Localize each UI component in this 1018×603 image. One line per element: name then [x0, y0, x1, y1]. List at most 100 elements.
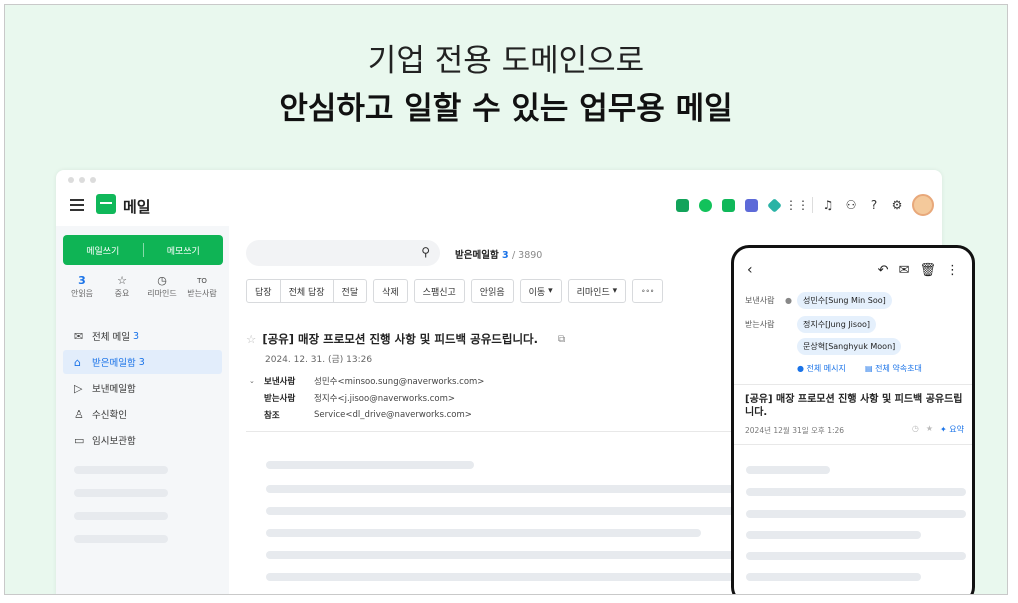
menu-icon[interactable]: [70, 199, 84, 211]
mobile-date: 2024년 12월 31일 오후 1:26: [745, 426, 845, 435]
search-icon[interactable]: ⚲: [421, 245, 430, 259]
link-label: 전체 메시지: [806, 364, 846, 373]
more-button[interactable]: ∘∘∘: [633, 280, 662, 302]
mobile-meta: ◷ ★ ✦ 요약: [912, 424, 964, 435]
move-label: 이동: [528, 287, 546, 298]
search-input[interactable]: ⚲: [246, 240, 440, 266]
star-icon[interactable]: ☆: [246, 332, 256, 346]
chat-icon[interactable]: [697, 197, 713, 213]
placeholder-line: [746, 510, 966, 518]
from-label: 보낸사람: [745, 296, 775, 305]
sidebar-item-label: 보낸메일함: [92, 384, 136, 395]
sidebar-item-drafts[interactable]: ▭ 임시보관함: [63, 428, 222, 452]
inbox-icon: ⌂: [74, 355, 81, 369]
quick-important[interactable]: ☆ 중요: [102, 274, 142, 299]
all-invites-link[interactable]: ▤ 전체 약속초대: [865, 363, 922, 374]
sidebar-item-label: 임시보관함: [92, 436, 136, 447]
mark-unread-button[interactable]: 안읽음: [472, 280, 513, 302]
recipient-chip[interactable]: 정지수[Jung Jisoo]: [797, 316, 876, 333]
delete-group: 삭제: [373, 279, 408, 303]
quick-recipient[interactable]: TO 받는사람: [182, 274, 222, 299]
recipient-chip[interactable]: 문상혁[Sanghyuk Moon]: [797, 338, 902, 355]
placeholder-line: [74, 466, 168, 474]
sidebar-item-all-mail[interactable]: ✉ 전체 메일 3: [63, 324, 222, 348]
mailbox-name: 받은메일함: [455, 250, 499, 261]
sender-chip[interactable]: 성민수[Sung Min Soo]: [797, 292, 892, 309]
open-external-icon[interactable]: ⧉: [558, 334, 565, 345]
to-value[interactable]: 정지수<j.jisoo@naverworks.com>: [314, 392, 455, 404]
trash-icon[interactable]: 🗑: [919, 263, 936, 278]
cc-value[interactable]: Service<dl_drive@naverworks.com>: [314, 410, 472, 420]
placeholder-line: [74, 512, 168, 520]
mail-icon[interactable]: ✉: [899, 263, 910, 278]
sidebar-item-label: 받은메일함: [92, 358, 136, 369]
quick-label: 리마인드: [147, 289, 177, 298]
mail-icon[interactable]: [720, 197, 736, 213]
sidebar-item-read-receipt[interactable]: ♙ 수신확인: [63, 402, 222, 426]
chevron-down-icon[interactable]: ⌄: [249, 377, 264, 385]
memo-button[interactable]: 메모쓰기: [144, 244, 224, 257]
remind-label: 리마인드: [576, 287, 610, 298]
mobile-actions: ↶ ✉ 🗑 ⋮: [878, 263, 959, 278]
delete-button[interactable]: 삭제: [374, 280, 407, 302]
summary-button[interactable]: ✦ 요약: [940, 424, 964, 435]
all-messages-link[interactable]: ● 전체 메시지: [797, 363, 846, 374]
quick-unread[interactable]: 3 안읽음: [62, 274, 102, 299]
placeholder-line: [266, 485, 736, 493]
more-icon[interactable]: ⋮: [946, 263, 959, 278]
remind-group: 리마인드 ▾: [567, 279, 627, 303]
placeholder-line: [266, 507, 736, 515]
sidebar-item-inbox[interactable]: ⌂ 받은메일함 3: [63, 350, 222, 374]
star-icon[interactable]: ★: [926, 424, 933, 435]
sidebar-item-sent[interactable]: ▷ 보낸메일함: [63, 376, 222, 400]
placeholder-line: [746, 488, 966, 496]
summary-label: 요약: [949, 425, 964, 434]
compose-button[interactable]: 메일쓰기: [63, 244, 143, 257]
move-dropdown[interactable]: 이동 ▾: [521, 280, 561, 302]
to-label: 받는사람: [745, 320, 775, 329]
avatar[interactable]: [912, 194, 934, 216]
remind-dropdown[interactable]: 리마인드 ▾: [569, 280, 626, 302]
settings-icon[interactable]: ⚙: [889, 197, 905, 213]
quick-label: 안읽음: [70, 289, 94, 298]
mobile-to-row: 받는사람 정지수[Jung Jisoo]: [745, 316, 876, 333]
send-icon: ▷: [74, 381, 83, 395]
quick-remind[interactable]: ◷ 리마인드: [142, 274, 182, 299]
org-icon[interactable]: ⚇: [843, 197, 859, 213]
forward-button[interactable]: 전달: [334, 280, 367, 302]
move-group: 이동 ▾: [519, 279, 562, 303]
reply-icon[interactable]: ↶: [878, 263, 889, 278]
calendar-icon[interactable]: [743, 197, 759, 213]
divider: [734, 384, 972, 385]
spam-group: 스팸신고: [413, 279, 465, 303]
message-date: 2024. 12. 31. (금) 13:26: [265, 355, 373, 365]
cube-icon[interactable]: [766, 197, 782, 213]
from-value[interactable]: 성민수<minsoo.sung@naverworks.com>: [314, 375, 484, 387]
headline-line2: 안심하고 일할 수 있는 업무용 메일: [279, 91, 733, 127]
back-icon[interactable]: ‹: [747, 262, 753, 278]
bell-icon[interactable]: ♫: [820, 197, 836, 213]
compose-group: 메일쓰기 메모쓰기: [63, 235, 223, 265]
grid-icon[interactable]: ⋮⋮: [785, 197, 809, 213]
placeholder-line: [74, 489, 168, 497]
sidebar-item-count: 3: [132, 330, 140, 342]
sidebar-item-label: 전체 메일: [92, 332, 130, 343]
cc-label: 참조: [264, 410, 280, 421]
spam-button[interactable]: 스팸신고: [415, 280, 464, 302]
clock-icon: ◷: [157, 274, 167, 287]
quick-label: 중요: [114, 289, 130, 298]
folder-list: ✉ 전체 메일 3 ⌂ 받은메일함 3 ▷ 보낸메일함 ♙ 수신확인 ▭ 임시보관함: [63, 324, 222, 454]
divider: [734, 444, 972, 445]
reply-all-button[interactable]: 전체 답장: [281, 280, 334, 302]
message-subject-row: ☆ [공유] 매장 프로모션 진행 사항 및 피드백 공유드립니다. ⧉: [246, 331, 565, 347]
person-icon: ♙: [74, 407, 84, 421]
envelope-icon: ✉: [74, 329, 84, 343]
clock-icon[interactable]: ◷: [912, 424, 919, 435]
mobile-mail-view: ‹ ↶ ✉ 🗑 ⋮ 보낸사람 ● 성민수[Sung Min Soo] 받는사람 정지수…: [731, 245, 975, 594]
mobile-to-row-2: 문상혁[Sanghyuk Moon]: [797, 338, 902, 355]
mobile-from-row: 보낸사람 ● 성민수[Sung Min Soo]: [745, 292, 892, 309]
quick-filters: 3 안읽음 ☆ 중요 ◷ 리마인드 TO 받는사람: [62, 274, 222, 299]
reply-button[interactable]: 답장: [247, 280, 281, 302]
green-app-icon[interactable]: [674, 197, 690, 213]
help-icon[interactable]: ?: [866, 197, 882, 213]
